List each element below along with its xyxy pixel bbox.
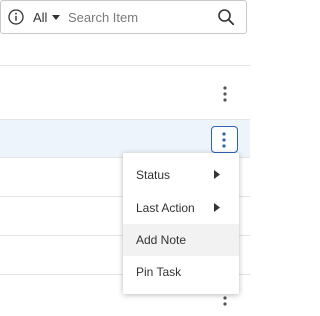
row-actions-button[interactable] — [211, 126, 238, 153]
search-bar: All — [0, 0, 247, 34]
list-row[interactable] — [0, 66, 250, 120]
info-circle-icon[interactable] — [8, 9, 24, 25]
menu-item-last-action[interactable]: Last Action — [123, 192, 239, 224]
menu-item-add-note[interactable]: Add Note — [123, 224, 239, 256]
caret-right-icon — [214, 203, 220, 212]
menu-item-status[interactable]: Status — [123, 159, 239, 191]
menu-item-pin-task[interactable]: Pin Task — [123, 256, 239, 288]
caret-down-icon — [52, 15, 61, 20]
filter-value: All — [33, 9, 48, 25]
context-menu: Status Last Action Add Note Pin Task — [123, 153, 239, 294]
search-input[interactable] — [68, 8, 208, 26]
list-row[interactable] — [0, 34, 250, 66]
more-vertical-icon — [222, 131, 226, 148]
menu-item-label: Add Note — [136, 233, 187, 247]
menu-item-label: Last Action — [136, 201, 195, 215]
menu-item-label: Status — [136, 168, 171, 182]
caret-right-icon — [214, 170, 220, 179]
filter-dropdown[interactable]: All — [33, 7, 61, 27]
search-icon[interactable] — [217, 8, 235, 26]
menu-item-label: Pin Task — [136, 265, 182, 279]
more-vertical-icon[interactable] — [218, 84, 232, 104]
